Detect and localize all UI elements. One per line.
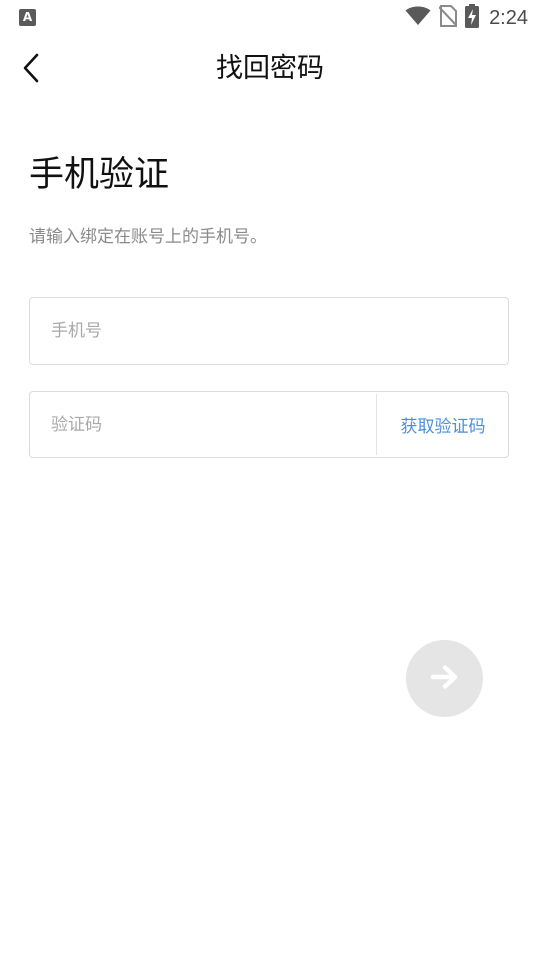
verification-code-input[interactable] — [51, 392, 371, 457]
status-icons: 2:24 — [397, 4, 528, 32]
section-heading: 手机验证 — [29, 155, 170, 195]
arrow-right-icon — [430, 664, 460, 694]
page-title: 找回密码 — [216, 53, 324, 84]
status-bar: A 2:24 — [0, 0, 540, 36]
phone-field — [29, 297, 509, 365]
code-field: 获取验证码 — [29, 391, 509, 458]
nav-bar: 找回密码 — [0, 40, 540, 100]
get-code-button[interactable]: 获取验证码 — [377, 392, 509, 457]
battery-charging-icon — [465, 4, 480, 32]
status-time: 2:24 — [489, 6, 528, 29]
app-notification-icon: A — [19, 9, 36, 26]
phone-input[interactable] — [51, 298, 491, 364]
no-sim-icon — [438, 5, 458, 31]
section-subtitle: 请输入绑定在账号上的手机号。 — [29, 227, 267, 247]
wifi-icon — [405, 6, 431, 30]
next-button[interactable] — [406, 640, 483, 717]
